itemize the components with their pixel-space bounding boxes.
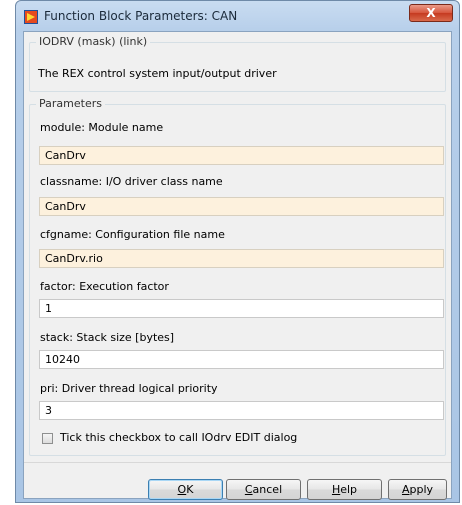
- parameters-group: Parameters module: Module name CanDrv cl…: [29, 97, 446, 456]
- cancel-label-rest: ancel: [252, 483, 283, 496]
- classname-label: classname: I/O driver class name: [40, 175, 223, 188]
- stack-input[interactable]: 10240: [39, 350, 444, 369]
- simulink-block-icon: [24, 10, 38, 24]
- help-button[interactable]: Help: [307, 479, 382, 500]
- module-label: module: Module name: [40, 121, 164, 134]
- cfgname-input[interactable]: CanDrv.rio: [39, 249, 444, 268]
- ok-button[interactable]: OK: [148, 479, 223, 500]
- close-x-icon: X: [426, 6, 436, 20]
- window-title: Function Block Parameters: CAN: [44, 9, 238, 23]
- apply-label-rest: pply: [409, 483, 434, 496]
- apply-mnemonic: A: [401, 483, 410, 496]
- cfgname-label: cfgname: Configuration file name: [40, 228, 225, 241]
- pri-label: pri: Driver thread logical priority: [40, 382, 218, 395]
- mask-type-legend: IODRV (mask) (link): [36, 35, 151, 48]
- close-button[interactable]: X: [409, 4, 453, 22]
- dialog-window: Function Block Parameters: CAN X IODRV (…: [15, 0, 460, 503]
- cancel-mnemonic: C: [244, 483, 253, 496]
- module-input[interactable]: CanDrv: [39, 146, 444, 165]
- factor-label: factor: Execution factor: [40, 280, 169, 293]
- help-label-rest: elp: [340, 483, 358, 496]
- button-separator: [24, 462, 451, 463]
- mask-description: The REX control system input/output driv…: [38, 67, 277, 80]
- dialog-client-area: IODRV (mask) (link) The REX control syst…: [23, 31, 452, 500]
- edit-dialog-checkbox[interactable]: [42, 433, 53, 444]
- mask-description-group: IODRV (mask) (link) The REX control syst…: [29, 35, 446, 92]
- factor-input[interactable]: 1: [39, 299, 444, 318]
- title-bar[interactable]: Function Block Parameters: CAN X: [16, 1, 459, 31]
- ok-label-rest: K: [186, 483, 194, 496]
- help-mnemonic: H: [331, 483, 341, 496]
- apply-button[interactable]: Apply: [388, 479, 447, 500]
- cancel-button[interactable]: Cancel: [226, 479, 301, 500]
- ok-mnemonic: O: [177, 483, 187, 496]
- pri-input[interactable]: 3: [39, 401, 444, 420]
- stack-label: stack: Stack size [bytes]: [40, 331, 175, 344]
- classname-input[interactable]: CanDrv: [39, 197, 444, 216]
- parameters-legend: Parameters: [36, 97, 105, 110]
- edit-dialog-checkbox-label[interactable]: Tick this checkbox to call IOdrv EDIT di…: [60, 431, 297, 444]
